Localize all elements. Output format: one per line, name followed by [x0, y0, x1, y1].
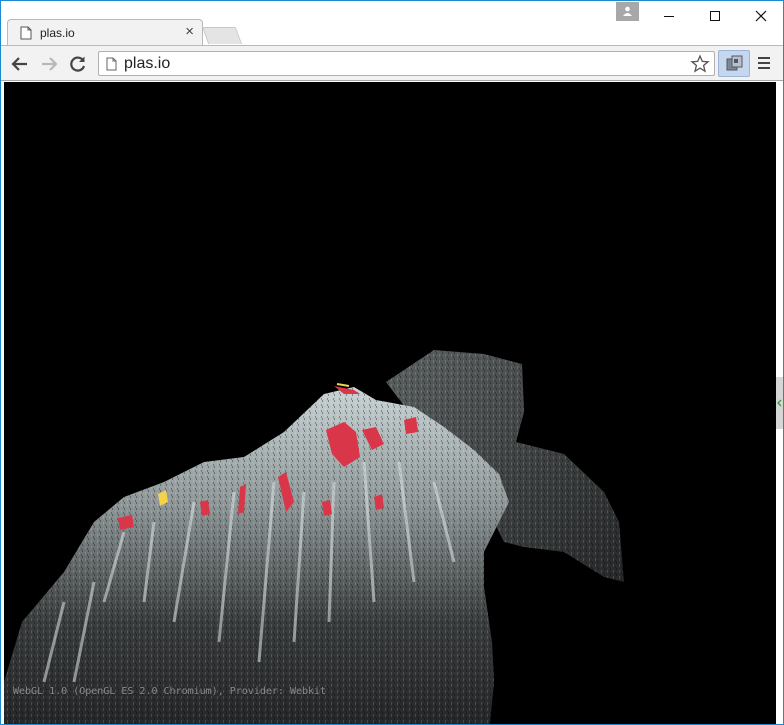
tab-plasio[interactable]: plas.io ×: [7, 19, 203, 45]
browser-window: plas.io × plas.io WebGL 1.0 (OpenGL ES 2…: [0, 0, 784, 725]
maximize-icon: [710, 11, 720, 21]
person-icon: [623, 6, 632, 16]
tab-strip: plas.io ×: [1, 1, 783, 45]
minimize-icon: [664, 16, 674, 17]
address-bar[interactable]: plas.io: [98, 51, 715, 76]
chevron-left-icon[interactable]: [777, 399, 782, 407]
close-window-button[interactable]: [739, 1, 783, 31]
extension-icon: [726, 55, 743, 71]
hamburger-menu-icon[interactable]: [757, 55, 771, 71]
arrow-left-icon[interactable]: [10, 54, 30, 74]
webgl-info-text: WebGL 1.0 (OpenGL ES 2.0 Chromium), Prov…: [13, 686, 327, 697]
browser-toolbar: plas.io: [1, 45, 783, 81]
maximize-button[interactable]: [693, 1, 737, 31]
close-tab-icon[interactable]: ×: [185, 23, 194, 40]
webgl-viewport[interactable]: WebGL 1.0 (OpenGL ES 2.0 Chromium), Prov…: [4, 82, 776, 724]
page-icon: [20, 26, 32, 40]
star-icon[interactable]: [690, 54, 710, 74]
tab-title: plas.io: [40, 26, 75, 40]
new-tab-button[interactable]: [201, 27, 243, 44]
close-icon: [755, 10, 767, 22]
point-cloud-render: [4, 350, 624, 724]
profile-button[interactable]: [616, 2, 639, 21]
url-text: plas.io: [124, 55, 171, 72]
minimize-button[interactable]: [647, 1, 691, 31]
reload-icon[interactable]: [68, 54, 88, 74]
page-icon: [106, 57, 117, 71]
extension-button[interactable]: [718, 50, 750, 77]
arrow-right-icon[interactable]: [39, 54, 59, 74]
